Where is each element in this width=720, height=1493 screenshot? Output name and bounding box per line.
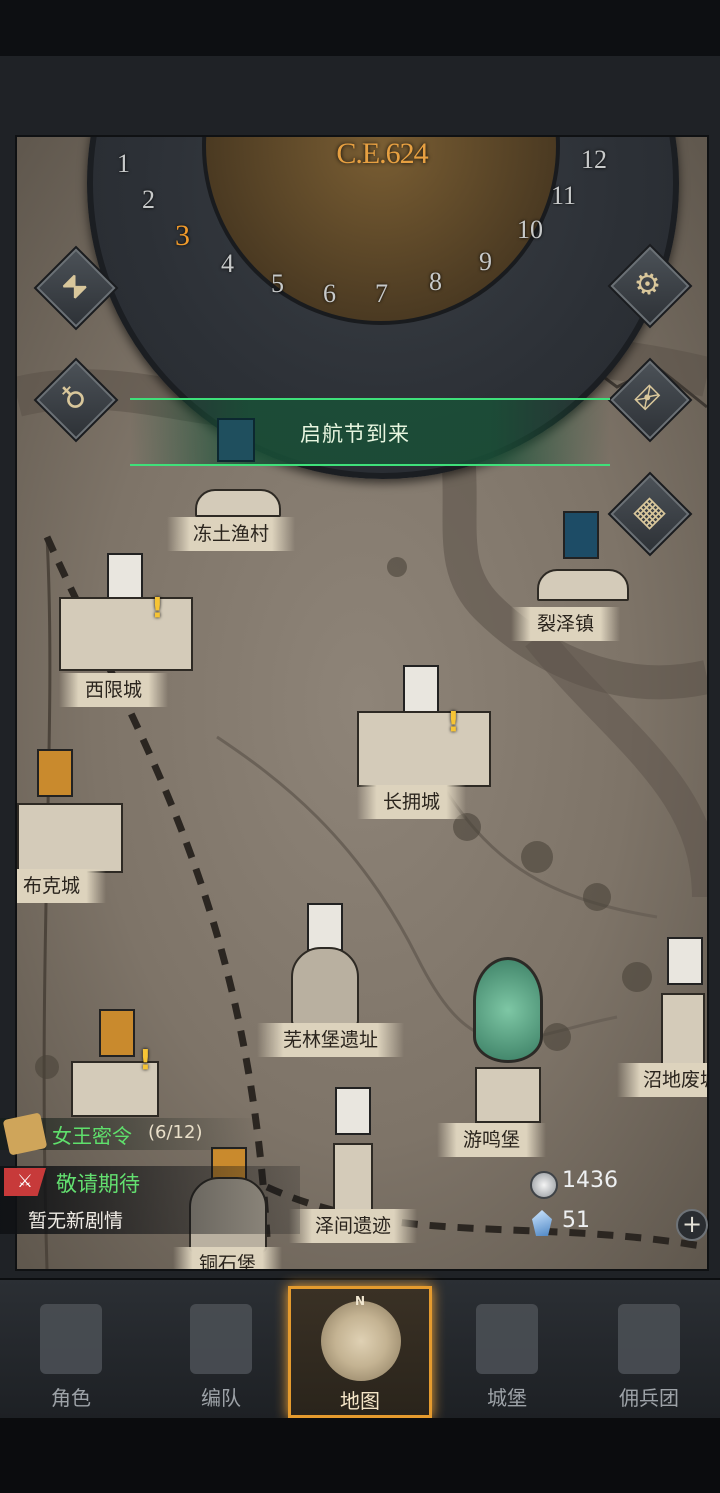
nav-label: 编队 bbox=[201, 1386, 241, 1410]
month-3-current: 3 bbox=[175, 219, 190, 252]
nav-label: 地图 bbox=[340, 1389, 380, 1413]
tower-icon[interactable] bbox=[475, 1067, 541, 1123]
month-8: 8 bbox=[429, 267, 442, 296]
nav-formation[interactable]: 编队 bbox=[150, 1286, 292, 1412]
silver-amount: 1436 bbox=[562, 1168, 618, 1193]
tower-icon[interactable] bbox=[661, 993, 705, 1069]
white-flag-icon bbox=[667, 937, 703, 985]
place-zejian-ruins[interactable]: 泽间遗迹 bbox=[289, 1209, 418, 1243]
nav-character[interactable]: 角色 bbox=[0, 1286, 142, 1412]
quest-title[interactable]: 女王密令 bbox=[52, 1120, 132, 1149]
bottom-band bbox=[0, 1418, 720, 1493]
month-4: 4 bbox=[221, 249, 234, 278]
month-11: 11 bbox=[551, 181, 577, 210]
place-swamp-ruins[interactable]: 沼地废墟 bbox=[617, 1063, 707, 1097]
month-6: 6 bbox=[323, 279, 336, 308]
helmet-marker-icon[interactable] bbox=[473, 957, 543, 1063]
place-buke-city[interactable]: 布克城 bbox=[17, 869, 107, 903]
silver-coin-icon bbox=[530, 1171, 558, 1199]
village-icon[interactable] bbox=[195, 489, 281, 517]
sword-fist-icon bbox=[618, 1304, 680, 1374]
nav-label: 城堡 bbox=[487, 1386, 527, 1410]
place-hidden-fort[interactable]: 铜石堡 bbox=[173, 1247, 283, 1269]
place-west-city[interactable]: 西限城 bbox=[59, 673, 169, 707]
add-currency-button[interactable]: + bbox=[676, 1209, 708, 1241]
place-changyong-city[interactable]: 长拥城 bbox=[357, 785, 467, 819]
scales-flag-icon bbox=[403, 665, 439, 713]
tree-flag-icon bbox=[37, 749, 73, 797]
nav-label: 角色 bbox=[51, 1386, 91, 1410]
quest-progress: (6/12) bbox=[148, 1122, 203, 1143]
month-9: 9 bbox=[479, 247, 492, 276]
white-flag-icon bbox=[307, 903, 343, 951]
world-map[interactable]: C.E.624 1 2 3 4 5 6 7 8 9 10 11 12 冻土渔村 … bbox=[15, 135, 709, 1271]
nav-castle[interactable]: 城堡 bbox=[436, 1286, 578, 1412]
month-2: 2 bbox=[142, 185, 155, 214]
castle-icon[interactable] bbox=[17, 803, 123, 873]
place-frozen-village[interactable]: 冻土渔村 bbox=[167, 517, 296, 551]
place-rift-town[interactable]: 裂泽镇 bbox=[511, 607, 621, 641]
place-youming-fort[interactable]: 游鸣堡 bbox=[437, 1123, 547, 1157]
helmet-flag-icon bbox=[217, 418, 255, 462]
status-area bbox=[0, 0, 720, 56]
alert-icon: ! bbox=[139, 1043, 152, 1076]
castle-icon[interactable] bbox=[59, 597, 193, 671]
event-banner-text: 启航节到来 bbox=[300, 422, 410, 446]
alert-icon: ! bbox=[151, 591, 164, 624]
nav-label: 佣兵团 bbox=[619, 1386, 679, 1410]
castle-icon[interactable] bbox=[357, 711, 491, 787]
compass-north-letter: N bbox=[355, 1294, 366, 1308]
month-12: 12 bbox=[581, 145, 607, 174]
month-10: 10 bbox=[517, 215, 543, 244]
month-7: 7 bbox=[375, 279, 388, 308]
alert-icon: ! bbox=[447, 705, 460, 738]
tower-icon[interactable] bbox=[333, 1143, 373, 1215]
scales-flag-icon bbox=[107, 553, 143, 601]
lock-icon[interactable] bbox=[291, 947, 359, 1027]
compass-icon bbox=[321, 1301, 401, 1381]
castle-tower-icon bbox=[476, 1304, 538, 1374]
month-1: 1 bbox=[117, 149, 130, 178]
crystal-amount: 51 bbox=[562, 1208, 590, 1233]
story-subtitle: 暂无新剧情 bbox=[28, 1210, 124, 1232]
place-wulin-ruins[interactable]: 芜林堡遗址 bbox=[257, 1023, 405, 1057]
scroll-icon bbox=[2, 1112, 48, 1156]
month-5: 5 bbox=[271, 269, 284, 298]
calendar-year: C.E.624 bbox=[336, 137, 428, 170]
white-flag-icon bbox=[335, 1087, 371, 1135]
helmet-icon bbox=[190, 1304, 252, 1374]
nav-mercenary[interactable]: 佣兵团 bbox=[578, 1286, 720, 1412]
tree-flag-icon bbox=[99, 1009, 135, 1057]
helmet-flag-icon bbox=[563, 511, 599, 559]
knight-icon bbox=[40, 1304, 102, 1374]
town-icon[interactable] bbox=[537, 569, 629, 601]
story-title: 敬请期待 bbox=[56, 1172, 140, 1196]
